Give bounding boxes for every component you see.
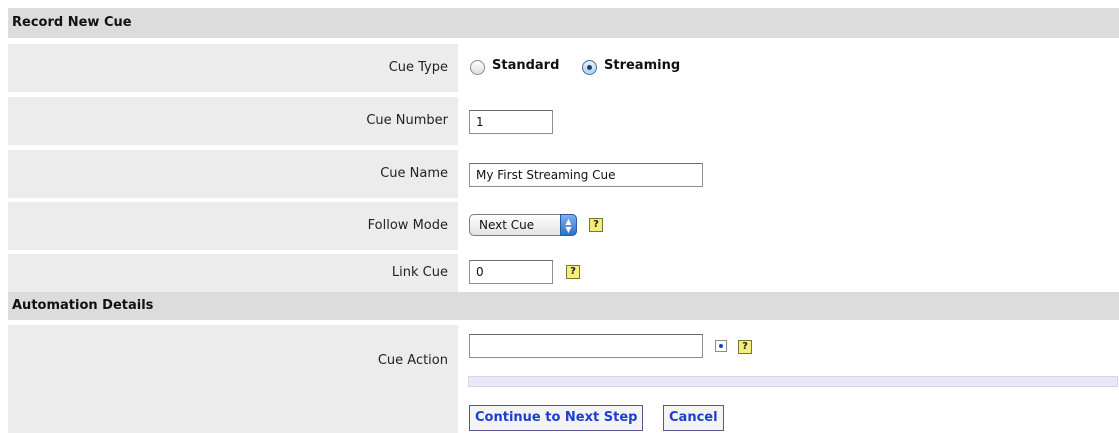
radio-streaming[interactable] (582, 60, 597, 75)
buttons-label-cell (8, 403, 458, 433)
radio-standard[interactable] (470, 60, 485, 75)
select-arrows-icon: ▲ ▼ (560, 214, 577, 236)
follow-mode-cell: Next Cue ▲ ▼ ? (464, 202, 1119, 250)
help-icon[interactable]: ? (589, 218, 603, 232)
row-cue-type: Cue Type Standard Streaming (8, 44, 1119, 92)
radio-standard-label[interactable]: Standard (492, 58, 559, 73)
cue-action-label: Cue Action (8, 325, 458, 403)
cue-name-cell (464, 150, 1119, 198)
row-follow-mode: Follow Mode Next Cue ▲ ▼ ? (8, 202, 1119, 250)
section-header-record: Record New Cue (8, 8, 1119, 38)
cue-type-cell: Standard Streaming (464, 44, 1119, 92)
follow-mode-value: Next Cue (479, 218, 535, 232)
row-buttons: Continue to Next Step Cancel (8, 403, 1119, 433)
cue-number-cell (464, 97, 1119, 145)
row-cue-number: Cue Number (8, 97, 1119, 145)
section-header-automation: Automation Details (8, 292, 1119, 320)
follow-mode-select[interactable]: Next Cue ▲ ▼ (469, 214, 577, 236)
cue-action-preview-bar (468, 376, 1118, 387)
cue-action-cell: ? (464, 325, 1119, 403)
cue-number-label: Cue Number (8, 97, 458, 145)
row-cue-name: Cue Name (8, 150, 1119, 198)
follow-mode-label: Follow Mode (8, 202, 458, 250)
cue-type-label: Cue Type (8, 44, 458, 92)
help-icon[interactable]: ? (566, 265, 580, 279)
cue-name-input[interactable] (469, 163, 703, 187)
row-cue-action: Cue Action ? (8, 325, 1119, 403)
link-cue-label: Link Cue (8, 254, 458, 292)
cue-number-input[interactable] (469, 110, 553, 134)
cue-name-label: Cue Name (8, 150, 458, 198)
record-cue-form: Record New Cue Cue Type Standard Streami… (8, 8, 1119, 433)
cancel-button[interactable]: Cancel (663, 405, 724, 431)
cue-action-picker-icon[interactable] (715, 340, 727, 352)
radio-streaming-label[interactable]: Streaming (604, 58, 680, 73)
row-link-cue: Link Cue ? (8, 254, 1119, 292)
cue-action-input[interactable] (469, 334, 703, 358)
link-cue-cell: ? (464, 254, 1119, 292)
buttons-cell: Continue to Next Step Cancel (464, 403, 1119, 433)
continue-button[interactable]: Continue to Next Step (469, 405, 644, 431)
link-cue-input[interactable] (469, 260, 553, 284)
help-icon[interactable]: ? (738, 340, 752, 354)
